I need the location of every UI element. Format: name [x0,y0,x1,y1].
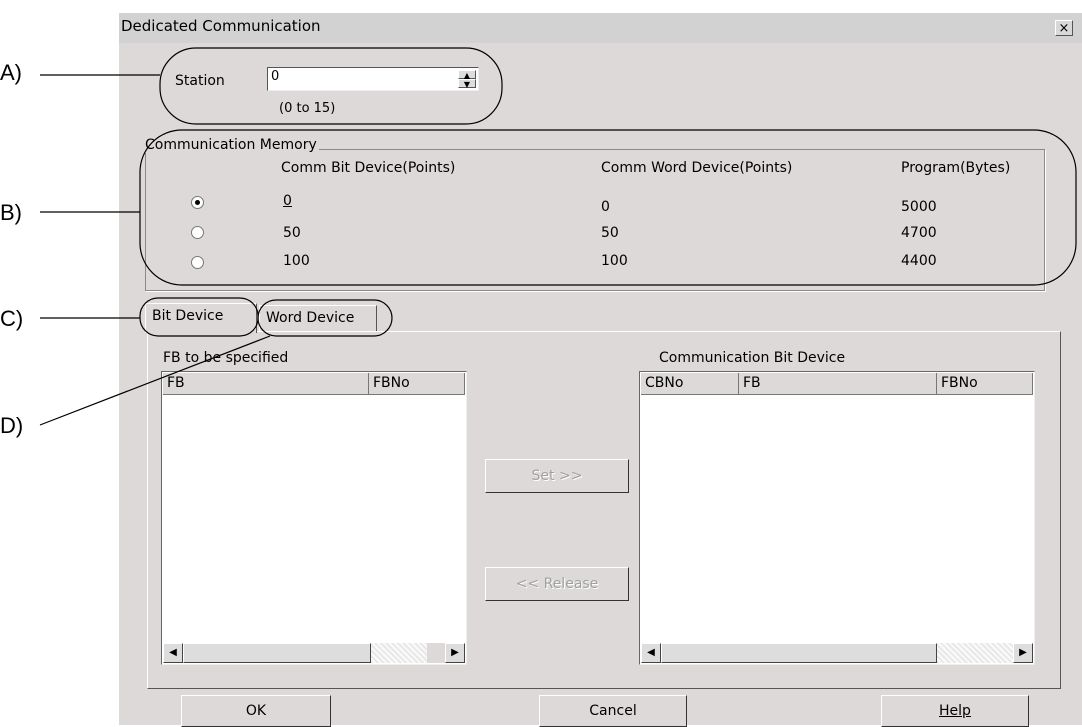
column-fb[interactable]: FB [739,373,937,395]
communication-bit-device-caption: Communication Bit Device [659,350,846,366]
communication-bit-device-list[interactable]: CBNo FB FBNo ◀ ▶ [639,371,1035,665]
word-points-0: 0 [601,199,610,215]
scroll-left-icon[interactable]: ◀ [163,643,183,663]
station-range-hint: (0 to 15) [279,101,336,116]
column-fbno[interactable]: FBNo [937,373,1033,395]
tab-bit-device[interactable]: Bit Device [145,303,257,333]
fb-list[interactable]: FB FBNo ◀ ▶ [161,371,467,665]
release-button[interactable]: << Release [485,567,629,601]
scroll-right-icon[interactable]: ▶ [1013,643,1033,663]
scroll-left-icon[interactable]: ◀ [641,643,661,663]
title-bar: Dedicated Communication × [119,13,1082,43]
column-fbno[interactable]: FBNo [369,373,465,395]
cbd-list-horizontal-scrollbar[interactable]: ◀ ▶ [641,643,1033,663]
word-points-50: 50 [601,225,619,241]
ok-button[interactable]: OK [181,695,331,727]
scroll-thumb[interactable] [661,643,937,663]
header-comm-bit-device: Comm Bit Device(Points) [281,160,456,176]
cancel-button[interactable]: Cancel [539,695,687,727]
radio-100-points[interactable] [191,256,204,269]
callout-b: B) [0,200,22,225]
set-button[interactable]: Set >> [485,459,629,493]
communication-memory-title: Communication Memory [143,137,319,153]
callout-a: A) [0,60,22,85]
program-bytes-0: 5000 [901,199,937,215]
program-bytes-50: 4700 [901,225,937,241]
column-fb[interactable]: FB [163,373,369,395]
spin-up-icon[interactable]: ▲ [458,70,476,80]
dedicated-communication-dialog: Dedicated Communication × Station 0 ▲ ▼ … [118,12,1082,727]
fb-list-horizontal-scrollbar[interactable]: ◀ ▶ [163,643,465,663]
bit-points-0: 0 [283,193,292,209]
fb-to-be-specified-caption: FB to be specified [163,350,289,366]
radio-50-points[interactable] [191,226,204,239]
station-label: Station [175,73,225,89]
dialog-title: Dedicated Communication [121,17,321,35]
scroll-thumb[interactable] [183,643,371,663]
scroll-right-icon[interactable]: ▶ [445,643,465,663]
help-button-label: Help [939,703,971,719]
close-icon: × [1058,21,1070,36]
station-value[interactable]: 0 [271,69,279,84]
scroll-track[interactable] [937,643,1015,663]
word-points-100: 100 [601,253,628,269]
callout-c: C) [0,306,24,331]
tab-word-device[interactable]: Word Device [259,305,377,331]
spin-down-icon[interactable]: ▼ [458,79,476,89]
help-button[interactable]: Help [881,695,1029,727]
bit-points-100: 100 [283,253,310,269]
radio-0-points[interactable] [191,196,204,209]
station-spinbox[interactable]: 0 ▲ ▼ [267,67,479,91]
close-button[interactable]: × [1055,20,1073,36]
column-cbno[interactable]: CBNo [641,373,739,395]
program-bytes-100: 4400 [901,253,937,269]
header-comm-word-device: Comm Word Device(Points) [601,160,793,176]
bit-points-50: 50 [283,225,301,241]
callout-d: D) [0,413,24,438]
scroll-track[interactable] [371,643,427,663]
header-program-bytes: Program(Bytes) [901,160,1011,176]
